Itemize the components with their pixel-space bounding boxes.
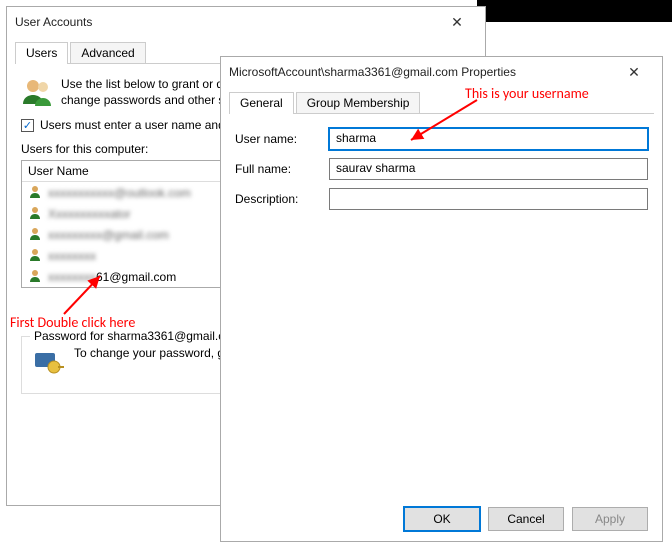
tab-group-membership[interactable]: Group Membership [296, 92, 421, 114]
tab-general[interactable]: General [229, 92, 294, 114]
description-label: Description: [235, 192, 319, 206]
user-icon [28, 205, 42, 222]
user-icon [28, 184, 42, 201]
username-label: User name: [235, 132, 319, 146]
apply-button[interactable]: Apply [572, 507, 648, 531]
tab-advanced[interactable]: Advanced [70, 42, 145, 64]
tabs: General Group Membership [229, 91, 654, 114]
ok-button[interactable]: OK [404, 507, 480, 531]
username-field[interactable]: sharma [329, 128, 648, 150]
user-icon [28, 268, 42, 285]
user-icon [28, 226, 42, 243]
key-icon [32, 345, 66, 379]
user-icon [28, 247, 42, 264]
titlebar[interactable]: MicrosoftAccount\sharma3361@gmail.com Pr… [221, 57, 662, 87]
require-password-checkbox[interactable] [21, 119, 34, 132]
users-icon [21, 76, 53, 108]
window-title: MicrosoftAccount\sharma3361@gmail.com Pr… [229, 65, 614, 79]
password-legend: Password for sharma3361@gmail.com [30, 329, 245, 343]
close-icon[interactable]: ✕ [614, 64, 654, 81]
tab-users[interactable]: Users [15, 42, 68, 64]
description-field[interactable] [329, 188, 648, 210]
titlebar[interactable]: User Accounts ✕ [7, 7, 485, 37]
window-title: User Accounts [15, 15, 437, 29]
properties-window: MicrosoftAccount\sharma3361@gmail.com Pr… [220, 56, 663, 542]
cancel-button[interactable]: Cancel [488, 507, 564, 531]
close-icon[interactable]: ✕ [437, 14, 477, 31]
fullname-field[interactable]: saurav sharma [329, 158, 648, 180]
fullname-label: Full name: [235, 162, 319, 176]
